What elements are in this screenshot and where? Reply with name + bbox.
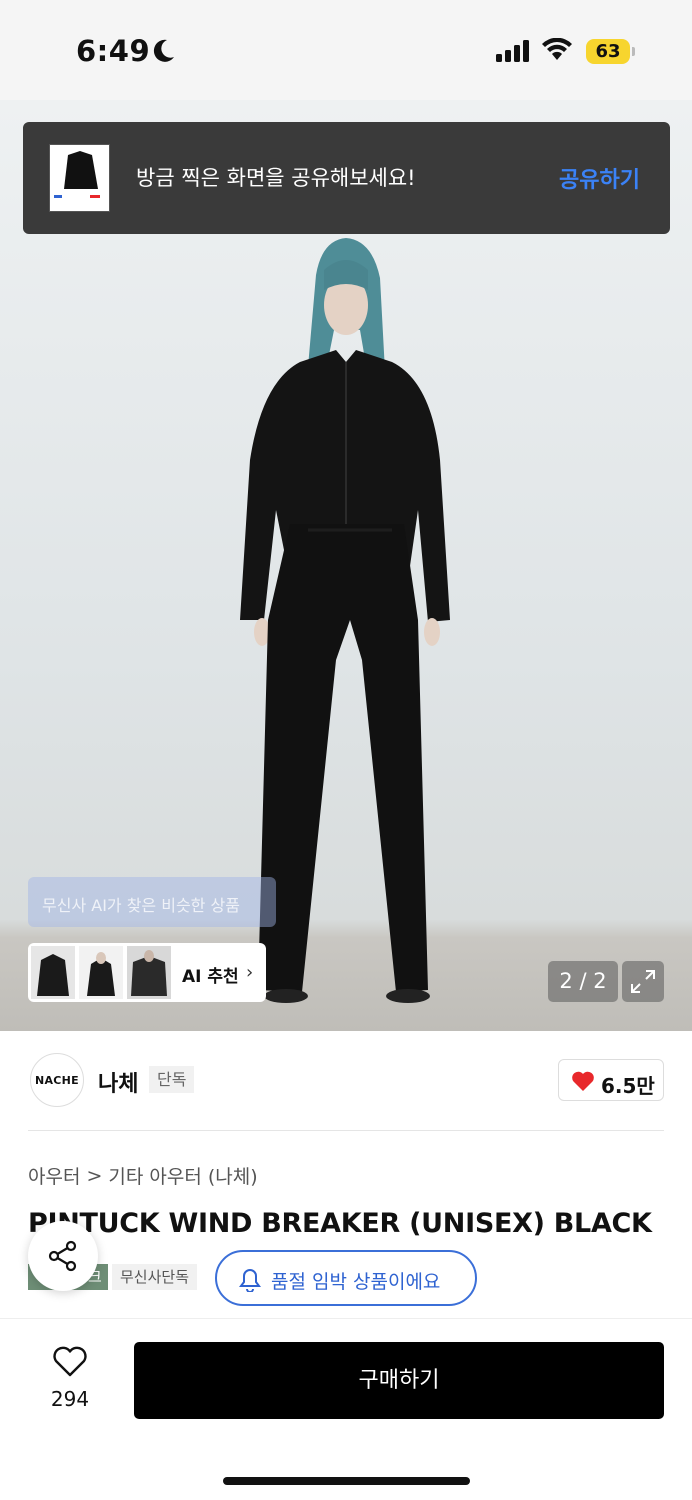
brand-exclusive-badge: 단독 — [149, 1066, 195, 1093]
bell-icon — [239, 1268, 261, 1292]
ai-similar-hint: 무신사 AI가 찾은 비슷한 상품 — [28, 877, 276, 927]
ai-thumbnail[interactable] — [79, 946, 123, 999]
heart-icon — [572, 1071, 594, 1091]
status-bar: 6:49 63 — [0, 0, 692, 100]
brand-like-button[interactable]: 6.5만 — [558, 1059, 664, 1101]
status-time: 6:49 — [76, 34, 151, 68]
battery-tip — [632, 47, 635, 56]
share-toast: 방금 찍은 화면을 공유해보세요! 공유하기 — [23, 122, 670, 234]
breadcrumb-item-outer[interactable]: 아우터 — [28, 1166, 80, 1188]
ai-thumbnail[interactable] — [127, 946, 171, 999]
battery-level: 63 — [586, 39, 630, 64]
low-stock-button[interactable]: 품절 임박 상품이에요 — [215, 1250, 477, 1306]
breadcrumb: 아우터 > 기타 아우터 (나체) — [28, 1162, 258, 1189]
wishlist-count: 294 — [50, 1387, 90, 1411]
share-button[interactable] — [28, 1221, 98, 1291]
wifi-icon — [542, 38, 572, 60]
bottom-bar-divider — [0, 1318, 692, 1319]
image-counter: 2 / 2 — [548, 961, 618, 1002]
wishlist-button[interactable]: 294 — [40, 1342, 100, 1418]
low-stock-label: 품절 임박 상품이에요 — [271, 1271, 441, 1293]
screenshot-thumbnail[interactable] — [49, 144, 110, 212]
product-title: PINTUCK WIND BREAKER (UNISEX) BLACK — [28, 1208, 652, 1239]
buy-button[interactable]: 구매하기 — [134, 1342, 664, 1419]
chevron-right-icon: › — [246, 962, 254, 983]
brand-name[interactable]: 나체 — [98, 1066, 138, 1098]
expand-button[interactable] — [622, 961, 664, 1002]
toast-message: 방금 찍은 화면을 공유해보세요! — [136, 166, 416, 190]
ai-thumbnail[interactable] — [31, 946, 75, 999]
brand-like-count: 6.5만 — [601, 1074, 655, 1098]
home-indicator — [223, 1477, 470, 1485]
breadcrumb-item-other-outer[interactable]: 기타 아우터 (나체) — [108, 1166, 257, 1188]
share-icon — [48, 1240, 77, 1272]
expand-icon — [631, 970, 655, 993]
moon-icon — [153, 39, 174, 62]
ai-recommend-label: AI 추천 — [182, 967, 239, 987]
signal-icon — [496, 40, 529, 62]
brand-logo[interactable]: NACHE — [30, 1053, 84, 1107]
breadcrumb-separator: > — [86, 1164, 103, 1187]
heart-icon — [53, 1346, 87, 1377]
divider — [28, 1130, 664, 1131]
toast-share-button[interactable]: 공유하기 — [559, 162, 640, 194]
tag-musinsa-exclusive: 무신사단독 — [112, 1264, 198, 1290]
ai-recommend-button[interactable]: AI 추천 › — [28, 943, 266, 1002]
